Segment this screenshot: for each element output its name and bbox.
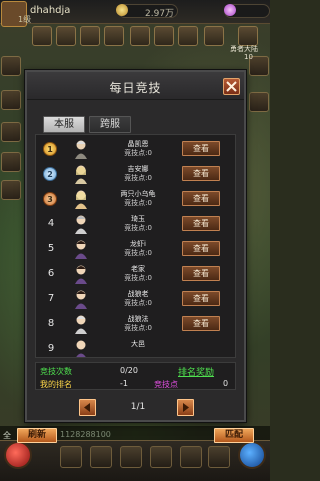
view-button[interactable]: 查看 bbox=[182, 266, 220, 281]
player-id-text: 1128288100 bbox=[60, 430, 111, 439]
player-score: 竞技点:0 bbox=[124, 174, 152, 182]
region-level: 10 bbox=[244, 53, 253, 61]
points-value: 0 bbox=[223, 379, 229, 388]
skill-slot[interactable] bbox=[60, 446, 82, 468]
player-score: 竞技点:0 bbox=[124, 299, 152, 307]
player-portrait bbox=[75, 190, 87, 209]
close-icon bbox=[226, 81, 237, 92]
skill-slot[interactable] bbox=[150, 446, 172, 468]
rank-number: 8 bbox=[47, 318, 55, 329]
daily-arena-dialog: 每日竞技 本服 跨服 1 晶凯恩 竞技点:0 查看 2 吉安娜 竞技点:0 查看 bbox=[25, 70, 246, 422]
rank-number: 9 bbox=[47, 343, 55, 354]
player-score: 竞技点:0 bbox=[124, 249, 152, 257]
skill-slot[interactable] bbox=[180, 446, 202, 468]
left-side-icon[interactable] bbox=[1, 90, 21, 110]
rank-bronze-medal-icon: 3 bbox=[43, 192, 57, 206]
player-score: 竞技点:0 bbox=[124, 224, 152, 232]
dialog-header: 每日竞技 bbox=[27, 72, 244, 100]
ranking-row: 5 龙虾i 竞技点:0 查看 bbox=[36, 237, 235, 264]
player-portrait bbox=[75, 140, 87, 159]
triangle-left-icon bbox=[84, 403, 90, 412]
gem-icon bbox=[224, 4, 236, 16]
ranking-row: 1 晶凯恩 竞技点:0 查看 bbox=[36, 137, 235, 164]
skill-slot[interactable] bbox=[208, 446, 230, 468]
left-side-icon[interactable] bbox=[1, 122, 21, 142]
ranking-row: 4 琦玉 竞技点:0 查看 bbox=[36, 212, 235, 239]
ranking-list[interactable]: 1 晶凯恩 竞技点:0 查看 2 吉安娜 竞技点:0 查看 3 两只小乌龟 竞技… bbox=[35, 134, 236, 358]
rank-number: 7 bbox=[47, 293, 55, 304]
player-score: 竞技点:0 bbox=[124, 274, 152, 282]
mana-orb bbox=[238, 441, 266, 469]
player-portrait bbox=[75, 215, 87, 234]
points-label: 竞技点 bbox=[154, 380, 178, 389]
ranking-row: 2 吉安娜 竞技点:0 查看 bbox=[36, 162, 235, 189]
view-button[interactable]: 查看 bbox=[182, 141, 220, 156]
feature-icon[interactable] bbox=[56, 26, 76, 46]
player-portrait bbox=[75, 165, 87, 184]
next-page-button[interactable] bbox=[177, 399, 194, 416]
match-button[interactable]: 匹配 bbox=[214, 428, 254, 443]
previous-page-button[interactable] bbox=[79, 399, 96, 416]
player-portrait bbox=[75, 290, 87, 309]
rank-reward-link[interactable]: 排名奖励 bbox=[178, 365, 214, 378]
rank-gold-medal-icon: 1 bbox=[43, 142, 57, 156]
view-button[interactable]: 查看 bbox=[182, 191, 220, 206]
dialog-title: 每日竞技 bbox=[109, 81, 162, 95]
rank-silver-medal-icon: 2 bbox=[43, 167, 57, 181]
player-score: 竞技点:0 bbox=[124, 324, 152, 332]
gold-value: 2.97万 bbox=[145, 9, 175, 19]
ranking-row: 7 战狼老 竞技点:0 查看 bbox=[36, 287, 235, 314]
feature-icon[interactable] bbox=[32, 26, 52, 46]
ranking-row: 8 战狼法 竞技点:0 查看 bbox=[36, 312, 235, 339]
feature-icon[interactable] bbox=[130, 26, 150, 46]
ranking-row: 9 大邑 bbox=[36, 337, 235, 357]
skill-slot[interactable] bbox=[90, 446, 112, 468]
attempts-label: 竞技次数 bbox=[40, 367, 72, 376]
rank-number: 5 bbox=[47, 243, 55, 254]
player-name: dhahdja bbox=[30, 5, 71, 16]
player-level: 1级 bbox=[18, 15, 32, 24]
player-portrait bbox=[76, 340, 86, 357]
view-button[interactable]: 查看 bbox=[182, 316, 220, 331]
player-name: 大邑 bbox=[131, 340, 145, 348]
close-button[interactable] bbox=[223, 78, 240, 95]
player-score: 竞技点:0 bbox=[124, 199, 152, 207]
tab-local-server[interactable]: 本服 bbox=[43, 116, 85, 133]
player-portrait bbox=[75, 315, 87, 334]
ranking-row: 6 老家 竞技点:0 查看 bbox=[36, 262, 235, 289]
left-side-icon[interactable] bbox=[1, 152, 21, 172]
view-button[interactable]: 查看 bbox=[182, 216, 220, 231]
ranking-row: 3 两只小乌龟 竞技点:0 查看 bbox=[36, 187, 235, 214]
right-side-icon[interactable] bbox=[249, 92, 269, 112]
feature-icon[interactable] bbox=[104, 26, 124, 46]
skill-slot[interactable] bbox=[120, 446, 142, 468]
view-button[interactable]: 查看 bbox=[182, 291, 220, 306]
feature-icon[interactable] bbox=[80, 26, 100, 46]
rank-number: 6 bbox=[47, 268, 55, 279]
left-side-icon[interactable] bbox=[1, 56, 21, 76]
view-button[interactable]: 查看 bbox=[182, 166, 220, 181]
feature-icon[interactable] bbox=[154, 26, 174, 46]
rank-number: 4 bbox=[47, 218, 55, 229]
player-score: 竞技点:0 bbox=[124, 149, 152, 157]
gold-coin-icon bbox=[116, 4, 128, 16]
feature-icon[interactable] bbox=[238, 26, 258, 46]
left-side-icon[interactable] bbox=[1, 180, 21, 200]
player-portrait bbox=[75, 265, 87, 284]
view-button[interactable]: 查看 bbox=[182, 241, 220, 256]
my-stats-panel: 竞技次数 0/20 排名奖励 我的排名 -1 竞技点 0 bbox=[35, 362, 236, 390]
tab-cross-server[interactable]: 跨服 bbox=[89, 116, 131, 133]
my-rank-label: 我的排名 bbox=[40, 380, 72, 389]
page-indicator: 1/1 bbox=[130, 402, 146, 412]
triangle-right-icon bbox=[183, 403, 189, 412]
player-portrait bbox=[75, 240, 87, 259]
feature-icon[interactable] bbox=[204, 26, 224, 46]
my-rank-value: -1 bbox=[120, 379, 128, 388]
refresh-button[interactable]: 刷新 bbox=[17, 428, 57, 443]
health-orb bbox=[4, 441, 32, 469]
feature-icon[interactable] bbox=[178, 26, 198, 46]
attempts-value: 0/20 bbox=[120, 366, 138, 375]
